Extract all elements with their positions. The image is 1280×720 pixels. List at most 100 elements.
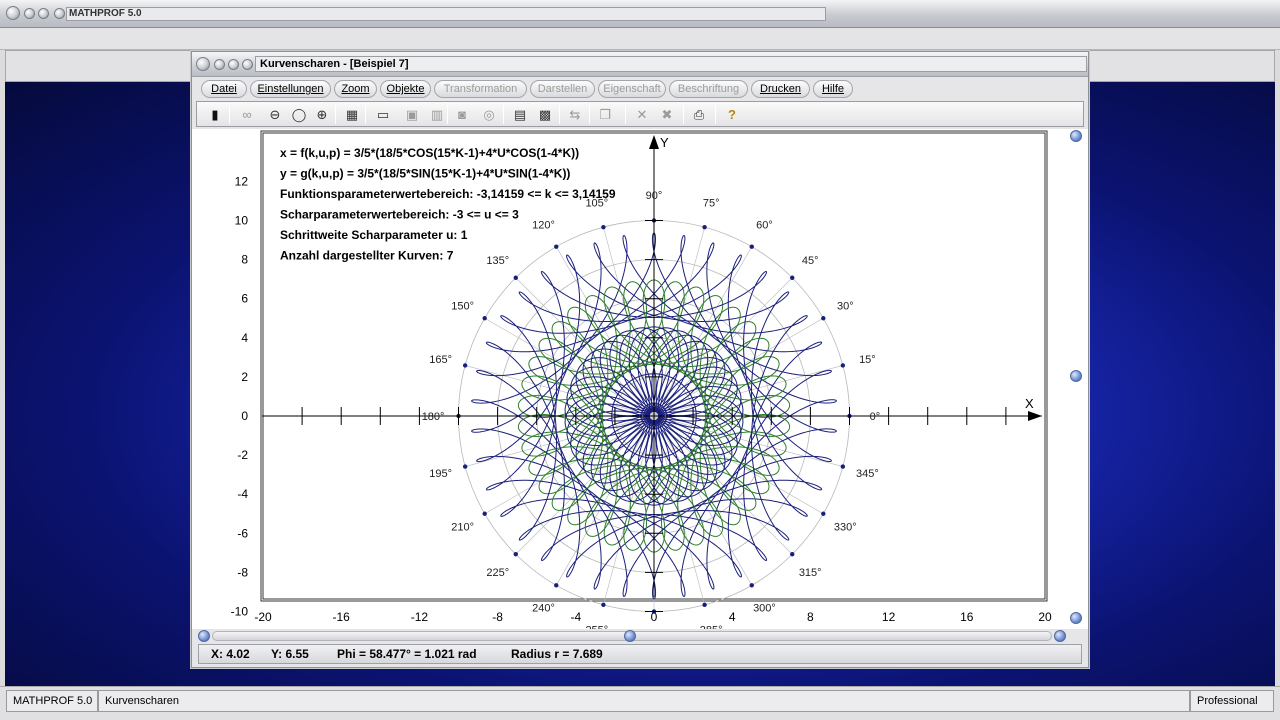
clear-icon[interactable]: ✕ xyxy=(632,105,652,124)
angle-label: 90° xyxy=(646,190,663,202)
polar-marker xyxy=(702,224,707,230)
menu-eigenschaft[interactable]: Eigenschaft xyxy=(598,80,666,98)
status-app-name: MATHPROF 5.0 xyxy=(6,690,98,712)
polar-marker xyxy=(601,602,606,608)
status-radius: Radius r = 7.689 xyxy=(511,647,603,661)
copy-icon[interactable]: ❐ xyxy=(595,105,615,124)
x-tick-label: -20 xyxy=(254,610,272,624)
toolbar-separator xyxy=(503,105,504,124)
angle-label: 30° xyxy=(837,301,854,313)
angle-label: 75° xyxy=(703,198,720,210)
toolbar-separator xyxy=(683,105,684,124)
info-line-4: Scharparameterwertebereich: -3 <= u <= 3 xyxy=(280,208,519,222)
window-close-orb-icon[interactable] xyxy=(196,57,210,71)
properties-icon[interactable]: ▦ xyxy=(342,105,362,124)
info-line-2: y = g(k,u,p) = 3/5*(18/5*SIN(15*K-1)+4*U… xyxy=(280,167,570,181)
menu-datei[interactable]: Datei xyxy=(201,80,247,98)
scroll-right-button[interactable] xyxy=(1054,630,1066,642)
polar-marker xyxy=(840,464,846,469)
y-tick-label: 10 xyxy=(235,214,249,228)
app-menu-orb-icon[interactable] xyxy=(38,8,49,19)
polar-marker xyxy=(482,511,487,516)
angle-label: 210° xyxy=(451,521,474,533)
app-menubar xyxy=(0,28,1280,50)
window-minimize-orb-icon[interactable] xyxy=(214,59,225,70)
zoom-out-icon[interactable]: ⊖ xyxy=(265,105,285,124)
plot-area[interactable]: XY -20 -16 -12 -8 -4 0 4 8 12 16 20121086420-2-4-6… xyxy=(192,129,1088,629)
grid-icon[interactable]: ▩ xyxy=(535,105,555,124)
angle-label: 120° xyxy=(532,220,555,232)
status-phi: Phi = 58.477° = 1.021 rad xyxy=(337,647,477,661)
toolbar-separator xyxy=(335,105,336,124)
y-tick-label: -4 xyxy=(237,487,248,501)
window-icon[interactable]: ▭ xyxy=(373,105,393,124)
x-tick-label: -8 xyxy=(492,610,503,624)
window-title: Kurvenscharen - [Beispiel 7] xyxy=(255,56,1087,72)
app-statusbar: MATHPROF 5.0 Kurvenscharen Professional xyxy=(0,686,1280,720)
horizontal-scrollbar[interactable] xyxy=(198,629,1066,643)
window-titlebar[interactable]: Kurvenscharen - [Beispiel 7] xyxy=(192,52,1088,77)
angle-label: 150° xyxy=(451,301,474,313)
x-tick-label: 0 xyxy=(651,610,658,624)
y-tick-label: -10 xyxy=(231,605,249,619)
menu-darstellen[interactable]: Darstellen xyxy=(530,80,595,98)
settings-b-icon[interactable]: ◎ xyxy=(479,105,499,124)
angle-label: 45° xyxy=(802,255,819,267)
scroll-up-button[interactable] xyxy=(1070,130,1082,142)
table-icon[interactable]: ▤ xyxy=(510,105,530,124)
app-close-orb-icon[interactable] xyxy=(6,6,20,20)
print-icon[interactable]: ⎙ xyxy=(689,105,709,124)
polar-marker xyxy=(462,464,468,469)
menu-zoom[interactable]: Zoom xyxy=(334,80,377,98)
vertical-scrollbar[interactable] xyxy=(1069,130,1083,630)
info-line-3: Funktionsparameterwertebereich: -3,14159… xyxy=(280,187,616,201)
toolbar-separator xyxy=(229,105,230,124)
x-tick-label: 4 xyxy=(729,610,736,624)
polar-marker xyxy=(513,552,518,557)
angle-label: 165° xyxy=(429,354,452,366)
angle-label: 345° xyxy=(856,468,879,480)
menu-drucken[interactable]: Drucken xyxy=(751,80,810,98)
status-x: X: 4.02 xyxy=(211,647,250,661)
window-title-orb-icon xyxy=(242,59,253,70)
coordinate-status: X: 4.02 Y: 6.55 Phi = 58.477° = 1.021 ra… xyxy=(198,644,1082,664)
angle-label: 180° xyxy=(422,411,445,423)
frame-icon[interactable]: ▣ xyxy=(402,105,422,124)
zoom-in-icon[interactable]: ⊕ xyxy=(312,105,332,124)
help-icon[interactable]: ? xyxy=(722,105,742,124)
frame-double-icon[interactable]: ▥ xyxy=(427,105,447,124)
polar-marker xyxy=(702,602,707,608)
y-tick-label: -2 xyxy=(237,448,248,462)
scroll-left-button[interactable] xyxy=(198,630,210,642)
app-minimize-orb-icon[interactable] xyxy=(24,8,35,19)
menu-transformation[interactable]: Transformation xyxy=(434,80,527,98)
glasses-icon[interactable]: ∞ xyxy=(237,105,257,124)
scroll-down-button[interactable] xyxy=(1070,612,1082,624)
x-tick-label: -16 xyxy=(333,610,351,624)
menu-hilfe[interactable]: Hilfe xyxy=(813,80,853,98)
menu-einstellungen[interactable]: Einstellungen xyxy=(250,80,331,98)
swap-icon[interactable]: ⇆ xyxy=(565,105,585,124)
menu-beschriftung[interactable]: Beschriftung xyxy=(669,80,748,98)
angle-label: 315° xyxy=(799,567,822,579)
info-line-5: Schrittweite Scharparameter u: 1 xyxy=(280,228,468,242)
toolbar-separator xyxy=(625,105,626,124)
vertical-scroll-thumb[interactable] xyxy=(1070,370,1082,382)
y-tick-label: 4 xyxy=(241,331,248,345)
angle-label: 225° xyxy=(486,567,509,579)
y-tick-label: 2 xyxy=(241,370,248,384)
angle-label: 300° xyxy=(753,602,776,614)
polar-marker xyxy=(749,583,754,588)
polar-marker xyxy=(554,244,559,249)
zoom-normal-icon[interactable]: ◯ xyxy=(289,105,309,124)
status-module: Kurvenscharen xyxy=(98,690,1190,712)
calculator-icon[interactable]: ▮ xyxy=(205,105,225,124)
polar-marker xyxy=(821,511,826,516)
polar-marker xyxy=(840,363,846,368)
toolbar-separator xyxy=(447,105,448,124)
window-restore-orb-icon[interactable] xyxy=(228,59,239,70)
clear-all-icon[interactable]: ✖ xyxy=(657,105,677,124)
menu-objekte[interactable]: Objekte xyxy=(380,80,431,98)
settings-a-icon[interactable]: ◙ xyxy=(452,105,472,124)
horizontal-scroll-thumb[interactable] xyxy=(624,630,636,642)
